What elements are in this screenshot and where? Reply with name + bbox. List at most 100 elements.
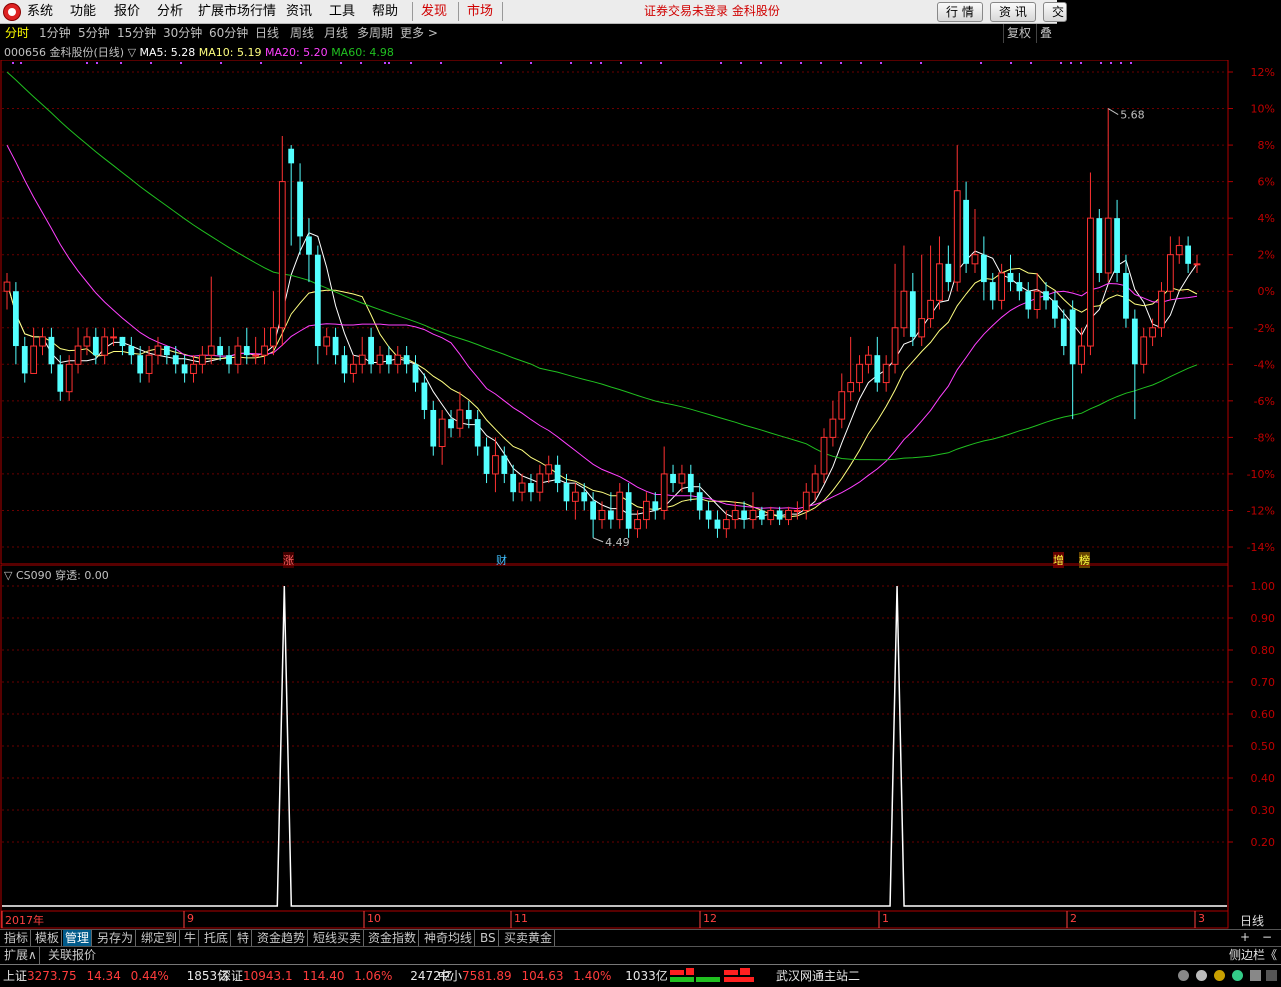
kline-ylabel: -4%: [1254, 358, 1275, 371]
candle-body: [12, 291, 19, 347]
tab-fund-trend[interactable]: 资金趋势: [255, 930, 309, 947]
xaxis-label: 3: [1198, 912, 1205, 925]
period-intraday[interactable]: 分时: [5, 24, 29, 43]
candle-body: [1033, 290, 1041, 311]
menu-divider: [412, 2, 413, 21]
tab-remove-icon[interactable]: −: [1262, 930, 1272, 944]
main-chart-title: 000656 金科股份(日线) ▽ MA5: 5.28 MA10: 5.19 M…: [4, 46, 394, 60]
grid-icon[interactable]: [1266, 970, 1277, 981]
period-multi[interactable]: 多周期: [357, 24, 393, 43]
adjust-button[interactable]: 复权: [1003, 24, 1035, 43]
candle-body: [57, 364, 64, 392]
period-monthly[interactable]: 月线: [324, 24, 348, 43]
indicator-frame: [0, 565, 1229, 912]
notice-icon[interactable]: [1214, 970, 1225, 981]
tab-short-trade[interactable]: 短线买卖: [311, 930, 365, 947]
menu-help[interactable]: 帮助: [372, 0, 398, 23]
overlay-button[interactable]: 叠加: [1036, 24, 1061, 43]
candle-body: [306, 236, 312, 255]
tab-template[interactable]: 模板: [33, 930, 63, 947]
candle-body: [953, 190, 961, 283]
tab-bind[interactable]: 绑定到: [139, 930, 181, 947]
period-60min[interactable]: 60分钟: [209, 24, 248, 43]
network-icon[interactable]: [1232, 970, 1243, 981]
candle-body: [616, 491, 624, 521]
expand-button[interactable]: 扩展∧: [2, 947, 40, 964]
signal-dot: [660, 62, 662, 64]
quote-button[interactable]: 行 情: [937, 2, 983, 22]
settings-icon[interactable]: [1250, 970, 1261, 981]
sidebar-toggle[interactable]: 侧边栏《: [1229, 947, 1277, 964]
candle-body: [971, 254, 979, 265]
period-1min[interactable]: 1分钟: [39, 24, 71, 43]
kline-frame: [0, 60, 1229, 565]
signal-dot: [1030, 62, 1032, 64]
candle-body: [518, 482, 526, 493]
candle-body: [963, 199, 969, 264]
tab-support[interactable]: 托底: [202, 930, 232, 947]
candle-body: [368, 336, 374, 365]
kline-ylabel: 12%: [1251, 66, 1275, 79]
candle-body: [278, 181, 286, 329]
period-15min[interactable]: 15分钟: [117, 24, 156, 43]
period-30min[interactable]: 30分钟: [163, 24, 202, 43]
tab-add-icon[interactable]: +: [1240, 930, 1250, 944]
kline-chart[interactable]: 12% 10% 8% 6% 4% 2% 0% -2% -4% -6% -8% -10% -12% -14%…: [0, 60, 1281, 565]
candle-body: [838, 391, 846, 420]
alert-icon[interactable]: [1196, 970, 1207, 981]
period-indicator: 日线: [1240, 914, 1265, 928]
candle-body: [998, 272, 1006, 301]
xaxis-label: 2017年: [5, 914, 44, 927]
candle-body: [349, 363, 357, 374]
tab-gold[interactable]: 买卖黄金: [502, 930, 556, 947]
server-name[interactable]: 武汉网通主站二: [776, 967, 860, 985]
candle-body: [341, 355, 348, 374]
menu-tools[interactable]: 工具: [329, 0, 355, 23]
period-weekly[interactable]: 周线: [290, 24, 314, 43]
signal-dot: [150, 62, 152, 64]
period-daily[interactable]: 日线: [255, 24, 279, 43]
candle-body: [226, 355, 232, 365]
news-button[interactable]: 资 讯: [990, 2, 1036, 22]
trade-button[interactable]: 交: [1043, 2, 1067, 22]
period-more[interactable]: 更多 >: [400, 24, 438, 43]
connection-icon[interactable]: [1178, 970, 1189, 981]
menu-quote[interactable]: 报价: [114, 0, 140, 23]
index-shanghai[interactable]: 上证3273.75 14.34 0.44% 1853亿: [3, 967, 229, 985]
candle-body: [412, 364, 419, 383]
candle-body: [30, 345, 38, 374]
tab-magic-ma[interactable]: 神奇均线: [422, 930, 476, 947]
tab-indicator[interactable]: 指标: [2, 930, 32, 947]
tab-bs[interactable]: BS: [478, 930, 499, 947]
ma20-label: MA20: 5.20: [264, 46, 328, 59]
index-shenzhen[interactable]: 深证10943.1 114.40 1.06% 2472亿: [219, 967, 453, 985]
menu-discover[interactable]: 发现: [421, 0, 447, 23]
candle-body: [119, 336, 126, 347]
tab-fund-index[interactable]: 资金指数: [366, 930, 420, 947]
tab-bull[interactable]: 牛: [182, 930, 200, 947]
candle-body: [297, 181, 303, 237]
candle-body: [65, 363, 73, 393]
period-5min[interactable]: 5分钟: [78, 24, 110, 43]
menu-extended-market[interactable]: 扩展市场行情: [198, 0, 276, 23]
xaxis-label: 11: [514, 912, 528, 925]
menu-analysis[interactable]: 分析: [157, 0, 183, 23]
menu-news[interactable]: 资讯: [286, 0, 312, 23]
time-axis-labels: 2017年 9 10 11 12 1 2 3: [0, 911, 1228, 928]
menu-function[interactable]: 功能: [70, 0, 96, 23]
candle-body: [1087, 217, 1094, 347]
tab-special[interactable]: 特: [235, 930, 253, 947]
stock-name[interactable]: 000656 金科股份(日线) ▽: [4, 46, 136, 59]
candle-body: [501, 455, 508, 474]
related-quotes-button[interactable]: 关联报价: [46, 947, 98, 964]
tab-manage[interactable]: 管理: [63, 930, 93, 947]
xaxis-label: 1: [882, 912, 889, 925]
candle-body: [288, 148, 295, 164]
menu-system[interactable]: 系统: [27, 0, 53, 23]
candle-body: [1007, 272, 1014, 283]
menu-market[interactable]: 市场: [467, 0, 493, 23]
indicator-grid: [2, 585, 1233, 843]
index-smallcap[interactable]: 中小7581.89 104.63 1.40% 1033亿: [438, 967, 668, 985]
tab-save-as[interactable]: 另存为: [95, 930, 137, 947]
indicator-chart[interactable]: 1.00 0.90 0.80 0.70 0.60 0.50 0.40 0.30 0.20: [0, 565, 1281, 912]
